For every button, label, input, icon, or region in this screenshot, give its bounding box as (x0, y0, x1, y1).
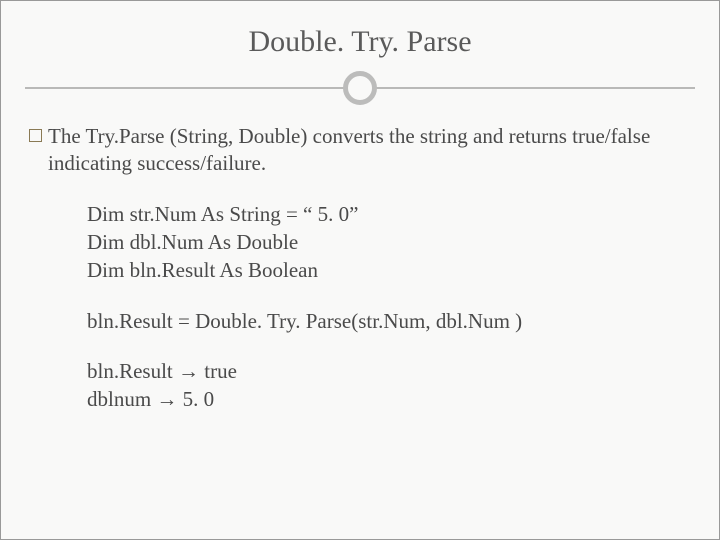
code-declarations: Dim str.Num As String = “ 5. 0” Dim dbl.… (87, 200, 691, 285)
code-results: bln.Result → true dblnum → 5. 0 (87, 357, 691, 414)
code-assignment: bln.Result = Double. Try. Parse(str.Num,… (87, 307, 691, 335)
slide: Double. Try. Parse The Try.Parse (String… (0, 0, 720, 540)
title-area: Double. Try. Parse (1, 1, 719, 115)
code-block: Dim str.Num As String = “ 5. 0” Dim dbl.… (87, 200, 691, 414)
content-area: The Try.Parse (String, Double) converts … (1, 115, 719, 414)
code-line: Dim dbl.Num As Double (87, 228, 691, 256)
code-line: Dim bln.Result As Boolean (87, 256, 691, 284)
code-line: dblnum → 5. 0 (87, 385, 691, 413)
bullet-text: The Try.Parse (String, Double) converts … (48, 123, 691, 178)
code-line: bln.Result → true (87, 357, 691, 385)
slide-title: Double. Try. Parse (1, 25, 719, 59)
square-bullet-icon (29, 129, 42, 142)
divider-circle-icon (343, 71, 377, 105)
bullet-item: The Try.Parse (String, Double) converts … (29, 123, 691, 178)
code-line: Dim str.Num As String = “ 5. 0” (87, 200, 691, 228)
code-line: bln.Result = Double. Try. Parse(str.Num,… (87, 307, 691, 335)
divider (1, 65, 719, 105)
